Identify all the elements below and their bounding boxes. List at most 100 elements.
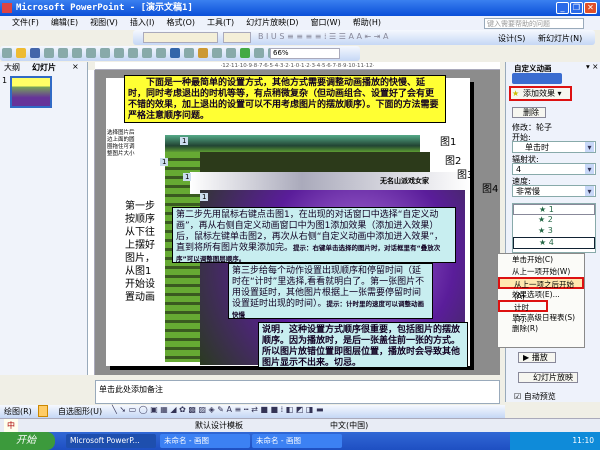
paste-icon[interactable]	[142, 48, 152, 58]
menu-item-after-previous[interactable]: 从上一项之后开始(A)	[498, 277, 584, 301]
formatting-toolbar: B I U S ≡ ≡ ≡ ≡ ⁞ ☰ ☰ A A ⇤ ⇥ A 设计(S) 新幻…	[133, 30, 595, 45]
picture-icon[interactable]	[226, 48, 236, 58]
spokes-dropdown[interactable]: 4	[512, 163, 596, 175]
animation-badge: 1	[180, 137, 189, 145]
notes-placeholder: 单击此处添加备注	[99, 385, 163, 394]
slide-thumbnail[interactable]	[10, 76, 52, 108]
help-search-input[interactable]: 键入需要帮助的问题	[484, 18, 584, 29]
intro-textbox[interactable]: 下面是一种最简单的设置方式，其他方式需要调整动画播放的快慢、延时，同时考虑退出的…	[124, 75, 446, 123]
chart-icon[interactable]	[198, 48, 208, 58]
menu-insert[interactable]: 插入(I)	[130, 18, 155, 27]
step1-text: 第一步按顺序从下往上摆好图片，从图1开始设置动画	[125, 201, 155, 303]
undo-icon[interactable]	[170, 48, 180, 58]
font-size-select[interactable]	[223, 32, 251, 43]
taskbar-powerpoint[interactable]: Microsoft PowerP...	[66, 434, 156, 448]
animation-list-item[interactable]: ★ 1	[513, 204, 595, 215]
close-pane-icon[interactable]: ×	[72, 62, 79, 71]
title-bar: Microsoft PowerPoint - [演示文稿1]	[0, 0, 600, 16]
hyperlink-icon[interactable]	[240, 48, 250, 58]
system-tray: 11:10	[510, 432, 600, 450]
remove-label: 删除	[523, 108, 539, 117]
maximize-button[interactable]: ❐	[570, 2, 583, 14]
expand-icon[interactable]	[254, 48, 264, 58]
tab-slides[interactable]: 幻灯片	[32, 62, 56, 73]
menu-item-advanced-timeline[interactable]: 显示高级日程表(S)	[498, 312, 584, 324]
start-dropdown[interactable]: 单击时	[512, 141, 596, 153]
menu-item-timing[interactable]: 计时(T)...	[498, 300, 548, 324]
pane-close-icon[interactable]: ▾ ×	[586, 62, 598, 71]
remove-button[interactable]: 删除	[512, 107, 546, 118]
animation-list-item[interactable]: ★ 3	[513, 226, 595, 237]
redo-icon[interactable]	[184, 48, 194, 58]
pane-nav-icons[interactable]	[512, 73, 562, 84]
clock: 11:10	[572, 436, 594, 445]
close-button[interactable]: ✕	[584, 2, 597, 14]
autopreview-label: 自动预览	[523, 392, 556, 401]
menu-help[interactable]: 帮助(H)	[353, 18, 381, 27]
spelling-icon[interactable]	[86, 48, 96, 58]
menu-item-remove[interactable]: 删除(R)	[498, 323, 584, 335]
slides-pane: 大纲 幻灯片 × 1	[0, 62, 88, 375]
animation-list-item[interactable]: ★ 2	[513, 215, 595, 226]
window-title: Microsoft PowerPoint - [演示文稿1]	[16, 3, 193, 13]
star-icon: ★	[512, 89, 520, 98]
animation-list-item-selected[interactable]: ★ 4	[513, 237, 595, 249]
animation-badge: 1	[183, 173, 192, 181]
table-icon[interactable]	[212, 48, 222, 58]
menu-edit[interactable]: 编辑(E)	[51, 18, 78, 27]
taskbar-paint-1[interactable]: 未命名 - 画图	[160, 434, 250, 448]
picture-2[interactable]	[175, 152, 430, 172]
menu-item-with-previous[interactable]: 从上一项开始(W)	[498, 266, 584, 278]
start-button[interactable]: 开始	[0, 432, 55, 450]
label-fig2: 图2	[445, 156, 462, 167]
open-icon[interactable]	[16, 48, 26, 58]
font-select[interactable]	[143, 32, 218, 43]
menu-slideshow[interactable]: 幻灯片放映(D)	[246, 18, 298, 27]
taskbar: 开始 Microsoft PowerP... 未命名 - 画图 未命名 - 画图…	[0, 432, 600, 450]
tab-outline[interactable]: 大纲	[4, 62, 20, 73]
menu-tools[interactable]: 工具(T)	[207, 18, 234, 27]
slideshow-button[interactable]: 幻灯片放映	[518, 372, 578, 383]
step2-textbox[interactable]: 第二步先用鼠标右键点击图1，在出现的对话窗口中选择“自定义动画”，再从右侧自定义…	[172, 207, 456, 263]
vertical-ruler	[88, 70, 95, 375]
format-painter-icon[interactable]	[156, 48, 166, 58]
label-fig4: 图4	[482, 184, 499, 195]
notes-input[interactable]: 单击此处添加备注	[95, 380, 500, 404]
select-pointer-icon[interactable]	[38, 405, 48, 417]
resize-hint-text: 选择图片后边上面的圆圈拖住可调整图片大小	[107, 130, 135, 157]
menu-format[interactable]: 格式(O)	[166, 18, 195, 27]
print-icon[interactable]	[58, 48, 68, 58]
new-icon[interactable]	[2, 48, 12, 58]
step3-textbox[interactable]: 第三步给每个动作设置出现顺序和停留时间（延时在“计时”里选择,看看就明白了。第一…	[228, 263, 433, 319]
taskbar-paint-2[interactable]: 未命名 - 画图	[252, 434, 342, 448]
calligraphy-text: 无名山派戏女家	[380, 176, 429, 185]
minimize-button[interactable]: _	[556, 2, 569, 14]
save-icon[interactable]	[30, 48, 40, 58]
ime-toolbar[interactable]: 中	[4, 419, 18, 432]
preview-icon[interactable]	[72, 48, 82, 58]
context-menu: 单击开始(C) 从上一项开始(W) 从上一项之后开始(A) 效果选项(E)...…	[497, 253, 585, 348]
menu-view[interactable]: 视图(V)	[90, 18, 118, 27]
menu-item-start-on-click[interactable]: 单击开始(C)	[498, 254, 584, 266]
new-slide-button[interactable]: 新幻灯片(N)	[538, 33, 582, 44]
copy-icon[interactable]	[128, 48, 138, 58]
explanation-textbox[interactable]: 说明，这种设置方式顺序很重要，包括图片的摆放顺序。因为播放时，是后一张盖住前一张…	[258, 322, 468, 368]
menu-file[interactable]: 文件(F)	[12, 18, 39, 27]
permission-icon[interactable]	[44, 48, 54, 58]
draw-menu[interactable]: 绘图(R)	[4, 406, 32, 417]
picture-1[interactable]	[165, 135, 420, 153]
status-bar: 中 默认设计模板 中文(中国)	[0, 418, 600, 432]
menu-window[interactable]: 窗口(W)	[311, 18, 341, 27]
design-button[interactable]: 设计(S)	[498, 33, 525, 44]
research-icon[interactable]	[100, 48, 110, 58]
autopreview-checkbox[interactable]: ☑ 自动预览	[514, 391, 556, 402]
autoshapes-menu[interactable]: 自选图形(U)	[58, 406, 102, 417]
cut-icon[interactable]	[114, 48, 124, 58]
item-number: 2	[547, 215, 553, 224]
status-template: 默认设计模板	[195, 421, 243, 430]
label-fig3: 图3	[457, 170, 474, 181]
play-button[interactable]: ▶ 播放	[518, 352, 556, 363]
zoom-select[interactable]: 66%	[270, 48, 340, 59]
play-label: 播放	[531, 353, 548, 362]
speed-dropdown[interactable]: 非常慢	[512, 185, 596, 197]
